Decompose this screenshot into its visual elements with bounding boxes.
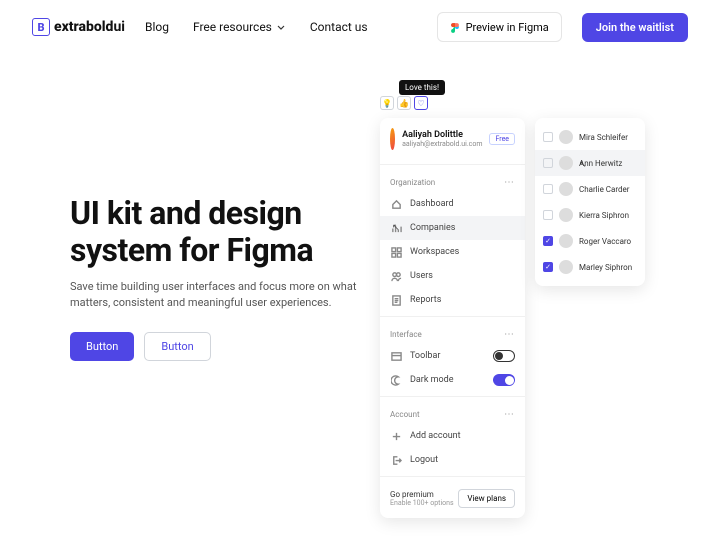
user-email: aaliyah@extrabold.ui.com (402, 140, 482, 148)
user-name: Aaliyah Dolittle (402, 130, 482, 140)
avatar (559, 182, 573, 196)
menu-companies[interactable]: Companies↖ (380, 216, 525, 240)
nav-blog[interactable]: Blog (145, 20, 169, 34)
menu-add-account[interactable]: Add account (380, 424, 525, 448)
plus-icon (390, 430, 402, 442)
checkbox[interactable] (543, 210, 553, 220)
preview-figma-button[interactable]: Preview in Figma (437, 12, 562, 42)
more-icon[interactable]: ⋯ (504, 329, 515, 340)
list-item[interactable]: Mira Schleifer (535, 124, 645, 150)
top-nav: Blog Free resources Contact us (145, 20, 368, 34)
premium-title: Go premium (390, 490, 454, 499)
list-item[interactable]: Charlie Carder (535, 176, 645, 202)
document-icon (390, 294, 402, 306)
menu-logout[interactable]: Logout (380, 448, 525, 472)
moon-icon (390, 374, 402, 386)
users-icon (390, 270, 402, 282)
plan-badge: Free (489, 133, 515, 145)
hero-subtitle: Save time building user interfaces and f… (70, 279, 370, 312)
premium-row: Go premium Enable 100+ options View plan… (380, 481, 525, 508)
hero-buttons: Button Button (70, 332, 370, 361)
menu-users[interactable]: Users (380, 264, 525, 288)
avatar (559, 234, 573, 248)
view-plans-button[interactable]: View plans (458, 489, 515, 508)
hero-button-secondary[interactable]: Button (144, 332, 210, 361)
menu-darkmode[interactable]: Dark mode (380, 368, 525, 392)
avatar (559, 130, 573, 144)
cursor-icon: ↖ (579, 160, 587, 170)
user-row: Aaliyah Dolittle aaliyah@extrabold.ui.co… (380, 128, 525, 160)
avatar (559, 260, 573, 274)
tooltip: Love this! (399, 80, 445, 95)
hero-title: UI kit and design system for Figma (70, 195, 370, 269)
section-organization: Organization⋯ (380, 169, 525, 192)
list-item[interactable]: Ann Herwitz↖ (535, 150, 645, 176)
list-item[interactable]: ✓Roger Vaccaro (535, 228, 645, 254)
toolbar-toggle[interactable] (493, 350, 515, 362)
heart-icon[interactable]: ♡ (414, 96, 428, 110)
checkbox[interactable]: ✓ (543, 236, 553, 246)
checkbox[interactable]: ✓ (543, 262, 553, 272)
people-list-panel: Mira Schleifer Ann Herwitz↖ Charlie Card… (535, 118, 645, 286)
avatar (390, 128, 395, 150)
avatar (559, 156, 573, 170)
nav-contact[interactable]: Contact us (310, 20, 368, 34)
lightbulb-icon[interactable]: 💡 (380, 96, 394, 110)
section-interface: Interface⋯ (380, 321, 525, 344)
sidebar-panel: Aaliyah Dolittle aaliyah@extrabold.ui.co… (380, 118, 525, 518)
more-icon[interactable]: ⋯ (504, 409, 515, 420)
figma-icon (450, 20, 460, 34)
chevron-down-icon (276, 22, 286, 32)
preview-label: Preview in Figma (466, 21, 549, 34)
home-icon (390, 198, 402, 210)
logo-icon: B (32, 18, 50, 36)
avatar (559, 208, 573, 222)
nav-resources[interactable]: Free resources (193, 20, 286, 34)
site-header: B extraboldui Blog Free resources Contac… (0, 0, 720, 54)
nav-resources-label: Free resources (193, 20, 272, 34)
list-item[interactable]: Kierra Siphron (535, 202, 645, 228)
list-item[interactable]: ✓Marley Siphron (535, 254, 645, 280)
more-icon[interactable]: ⋯ (504, 177, 515, 188)
logout-icon (390, 454, 402, 466)
menu-dashboard[interactable]: Dashboard (380, 192, 525, 216)
brand-bold: extrabold (54, 19, 113, 35)
checkbox[interactable] (543, 132, 553, 142)
cursor-icon: ↖ (392, 223, 400, 233)
logo[interactable]: B extraboldui (32, 18, 125, 36)
section-account: Account⋯ (380, 401, 525, 424)
layout-icon (390, 350, 402, 362)
menu-toolbar[interactable]: Toolbar (380, 344, 525, 368)
grid-icon (390, 246, 402, 258)
menu-workspaces[interactable]: Workspaces (380, 240, 525, 264)
join-waitlist-button[interactable]: Join the waitlist (582, 13, 688, 42)
hero: UI kit and design system for Figma Save … (70, 195, 370, 361)
darkmode-toggle[interactable] (493, 374, 515, 386)
hero-button-primary[interactable]: Button (70, 332, 134, 361)
thumbs-up-icon[interactable]: 👍 (397, 96, 411, 110)
brand-light: ui (113, 19, 125, 35)
reaction-row: 💡 👍 ♡ (380, 96, 428, 110)
menu-reports[interactable]: Reports (380, 288, 525, 312)
checkbox[interactable] (543, 158, 553, 168)
premium-subtitle: Enable 100+ options (390, 499, 454, 507)
checkbox[interactable] (543, 184, 553, 194)
